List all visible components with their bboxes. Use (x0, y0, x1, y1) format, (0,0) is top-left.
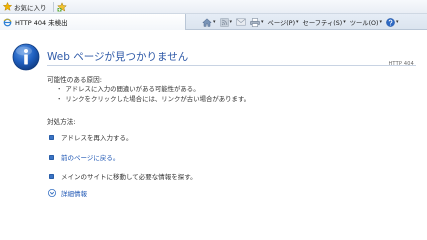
bullet-dot: ・ (56, 85, 63, 93)
cause-item: ・アドレスに入力の間違いがある可能性がある。 (56, 85, 200, 93)
help-icon (386, 17, 395, 27)
home-icon (202, 17, 212, 27)
add-to-favorites-bar-icon[interactable] (57, 1, 68, 12)
tools-menu[interactable]: ツール(O) ▾ (348, 15, 384, 29)
rss-feed-icon (219, 17, 229, 27)
chevron-down-icon: ▾ (261, 19, 264, 25)
solution-item: アドレスを再入力する。 (49, 132, 133, 142)
chevron-down-icon: ▾ (379, 19, 382, 25)
favorites-bar: お気に入り (0, 0, 427, 14)
solution-item: メインのサイトに移動して必要な情報を探す。 (49, 171, 197, 181)
favorites-star-icon (2, 1, 13, 11)
safety-menu-label: セーフティ(S) (302, 19, 343, 27)
causes-heading: 可能性のある原因: (47, 76, 102, 84)
chevron-down-icon: ▾ (213, 19, 216, 25)
print-button[interactable]: ▾ (248, 15, 266, 29)
back-to-previous-page-link[interactable]: 前のページに戻る。 (61, 152, 119, 162)
read-mail-button[interactable] (234, 15, 248, 29)
tab-row: HTTP 404 未検出 ▾ ▾ ▾ ページ(P) ▾ セーフティ(S) ▾ ツ… (0, 14, 427, 30)
page-menu-label: ページ(P) (267, 19, 296, 27)
tab-title: HTTP 404 未検出 (15, 19, 68, 27)
solution-text: アドレスを再入力する。 (61, 134, 133, 142)
favorites-button[interactable]: お気に入り (0, 0, 47, 14)
command-bar: ▾ ▾ ▾ ページ(P) ▾ セーフティ(S) ▾ ツール(O) ▾ ▾ (200, 14, 427, 30)
tools-menu-label: ツール(O) (349, 19, 379, 27)
feeds-button[interactable]: ▾ (218, 15, 235, 29)
favorites-label: お気に入り (14, 3, 47, 12)
http-status-code: HTTP 404 (388, 61, 414, 67)
chevron-down-icon: ▾ (296, 19, 299, 25)
info-icon (12, 43, 40, 71)
blue-bullet-icon (49, 134, 54, 140)
divider (47, 65, 416, 66)
solution-text: メインのサイトに移動して必要な情報を探す。 (61, 173, 197, 181)
printer-icon (250, 17, 260, 27)
divider (52, 1, 54, 12)
solutions-heading: 対処方法: (47, 118, 76, 126)
page-menu[interactable]: ページ(P) ▾ (266, 15, 301, 29)
more-information-toggle[interactable]: 詳細情報 (48, 188, 87, 198)
more-information-label: 詳細情報 (61, 190, 87, 198)
chevron-down-icon: ▾ (343, 19, 346, 25)
page-title: Web ページが見つかりません (47, 51, 189, 63)
mail-icon (236, 18, 246, 26)
bullet-dot: ・ (56, 95, 63, 103)
blue-bullet-icon (49, 173, 54, 179)
chevron-down-circle-icon (48, 189, 56, 197)
chevron-down-icon: ▾ (395, 19, 399, 25)
page-content: Web ページが見つかりません HTTP 404 可能性のある原因: ・アドレス… (0, 31, 427, 240)
help-menu[interactable]: ▾ (384, 15, 401, 29)
home-button[interactable]: ▾ (200, 15, 218, 29)
tab-current-page[interactable]: HTTP 404 未検出 (0, 14, 186, 30)
ie-page-icon (3, 18, 12, 27)
blue-bullet-icon (49, 154, 54, 160)
safety-menu[interactable]: セーフティ(S) ▾ (301, 15, 348, 29)
back-link-item: 前のページに戻る。 (49, 152, 119, 162)
cause-item: ・リンクをクリックした場合には、リンクが古い場合があります。 (56, 95, 251, 103)
chevron-down-icon: ▾ (229, 19, 233, 25)
